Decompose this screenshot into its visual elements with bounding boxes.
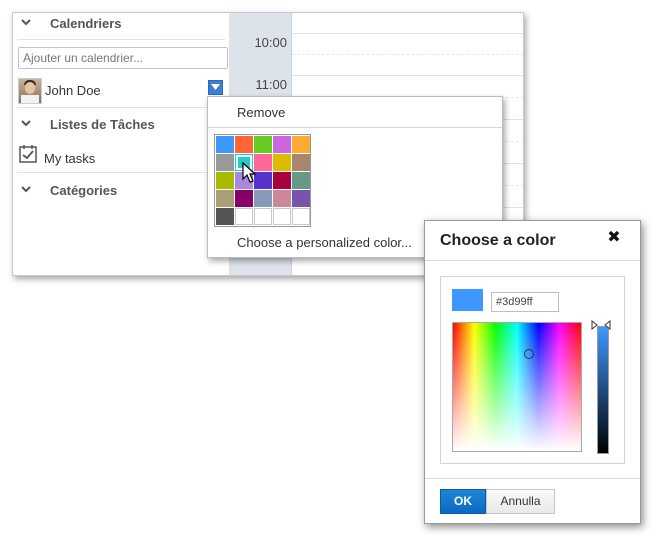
close-icon[interactable]: ✖	[606, 230, 622, 246]
color-swatch[interactable]	[254, 136, 272, 153]
divider	[208, 127, 502, 128]
task-list-item[interactable]: My tasks	[18, 144, 218, 168]
categories-title: Catégories	[50, 183, 118, 198]
add-calendar-input[interactable]	[18, 47, 228, 69]
color-swatch[interactable]	[216, 154, 234, 171]
ok-button[interactable]: OK	[440, 489, 486, 514]
divider	[17, 107, 225, 108]
sidebar: Calendriers John Doe Listes de Tâches	[13, 13, 229, 275]
color-swatch[interactable]	[254, 208, 272, 225]
color-selector-handle[interactable]	[524, 349, 534, 359]
color-swatch[interactable]	[235, 136, 253, 153]
remove-color-menu-item[interactable]: Remove	[237, 105, 285, 120]
dialog-title: Choose a color	[440, 232, 556, 249]
color-swatch[interactable]	[216, 172, 234, 189]
color-picker	[440, 276, 625, 464]
hex-color-input[interactable]	[491, 292, 559, 312]
chevron-down-icon[interactable]	[19, 183, 33, 197]
color-palette	[214, 134, 311, 227]
hue-saturation-area[interactable]	[452, 322, 582, 452]
calendar-options-dropdown-button[interactable]	[208, 80, 223, 95]
color-swatch[interactable]	[292, 172, 310, 189]
color-swatch[interactable]	[254, 190, 272, 207]
chevron-down-icon[interactable]	[19, 16, 33, 30]
choose-personalized-color-menu-item[interactable]: Choose a personalized color...	[237, 235, 412, 250]
task-list-name: My tasks	[44, 151, 96, 166]
divider	[425, 478, 640, 479]
brightness-slider-handle[interactable]	[591, 320, 611, 330]
color-swatch[interactable]	[254, 154, 272, 171]
color-swatch[interactable]	[254, 172, 272, 189]
calendars-section-header[interactable]: Calendriers	[13, 13, 229, 35]
chevron-down-icon	[211, 84, 220, 90]
cancel-button[interactable]: Annulla	[486, 489, 555, 514]
mouse-cursor-icon	[242, 162, 256, 183]
divider	[17, 172, 225, 173]
tasks-title: Listes de Tâches	[50, 117, 155, 132]
color-swatch[interactable]	[292, 208, 310, 225]
calendar-owner-name: John Doe	[45, 83, 101, 98]
color-swatch[interactable]	[273, 172, 291, 189]
categories-section-header[interactable]: Catégories	[13, 180, 229, 202]
tasks-section-header[interactable]: Listes de Tâches	[13, 114, 229, 136]
color-swatch[interactable]	[273, 208, 291, 225]
color-swatch[interactable]	[216, 190, 234, 207]
calendar-check-icon	[19, 145, 37, 163]
brightness-slider[interactable]	[597, 326, 609, 454]
choose-color-dialog: Choose a color ✖ OK Annulla	[424, 220, 641, 524]
calendar-item-john-doe[interactable]: John Doe	[18, 78, 228, 104]
chevron-down-icon[interactable]	[19, 117, 33, 131]
color-swatch[interactable]	[292, 136, 310, 153]
time-label: 11:00	[255, 77, 287, 92]
color-swatch[interactable]	[292, 154, 310, 171]
color-swatch[interactable]	[292, 190, 310, 207]
divider	[17, 39, 225, 40]
time-label: 10:00	[254, 35, 287, 50]
divider	[425, 260, 640, 261]
color-preview-swatch	[452, 289, 483, 311]
color-swatch[interactable]	[216, 136, 234, 153]
calendars-title: Calendriers	[50, 16, 122, 31]
color-swatch[interactable]	[273, 154, 291, 171]
color-swatch[interactable]	[235, 208, 253, 225]
color-swatch[interactable]	[273, 136, 291, 153]
color-swatch[interactable]	[216, 208, 234, 225]
avatar	[18, 78, 42, 104]
color-swatch[interactable]	[273, 190, 291, 207]
color-swatch[interactable]	[235, 190, 253, 207]
